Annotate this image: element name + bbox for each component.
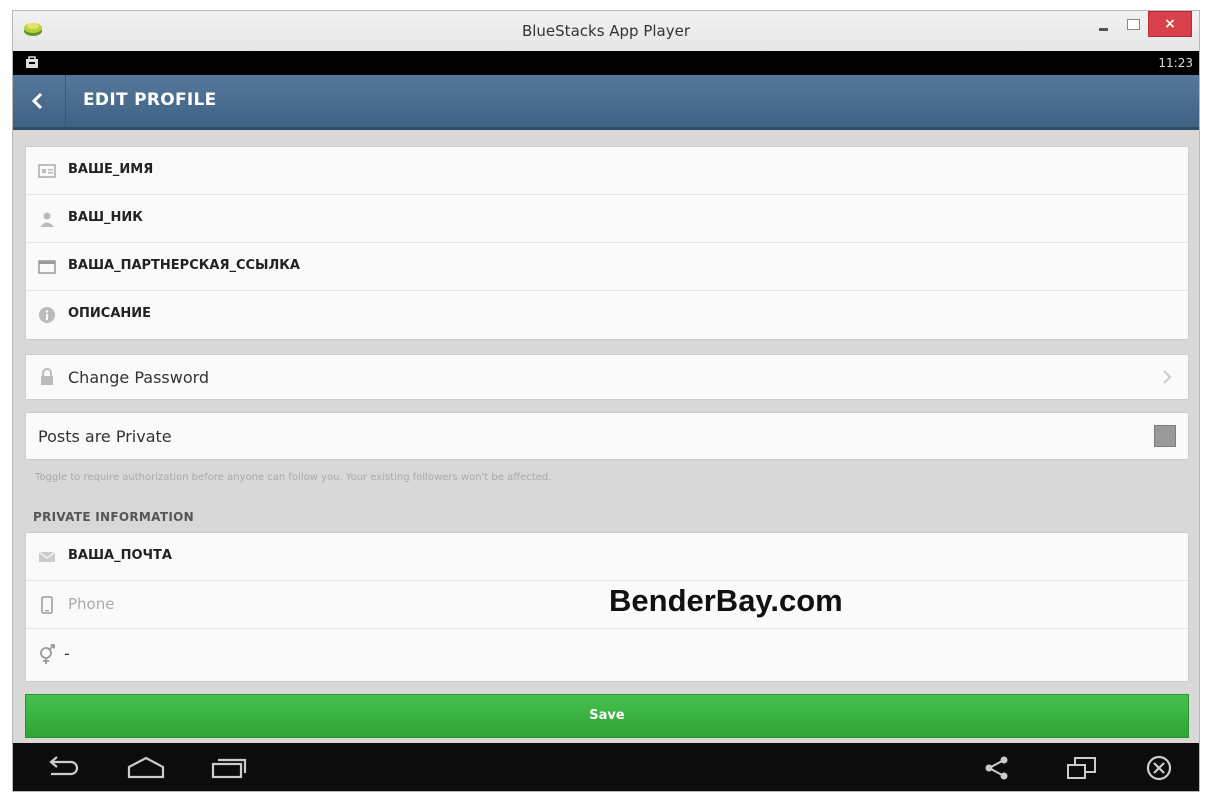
posts-private-checkbox[interactable] [1154,425,1176,447]
window-title: BlueStacks App Player [521,22,691,40]
android-status-bar: 11:23 [13,51,1199,75]
gender-value: - [64,644,70,663]
gender-field[interactable]: - [26,629,1188,681]
status-time: 11:23 [1158,56,1193,70]
share-icon[interactable] [983,755,1011,781]
email-value: ВАША_ПОЧТА [68,548,172,563]
privacy-hint-text: Toggle to require authorization before a… [35,472,552,483]
envelope-icon [38,551,56,562]
change-password-row[interactable]: Change Password [25,354,1189,400]
action-bar: EDIT PROFILE [13,75,1199,130]
profile-fields-card: ВАШЕ_ИМЯ ВАШ_НИК ВАША_ПАРТНЕРСКАЯ_ССЫЛКА [25,146,1189,340]
phone-placeholder: Phone [68,595,115,613]
browser-window-icon [38,260,56,274]
change-password-label: Change Password [68,368,210,387]
user-icon [40,212,54,227]
shopping-bag-icon [26,56,38,68]
website-field[interactable]: ВАША_ПАРТНЕРСКАЯ_ССЫЛКА [26,243,1188,291]
home-icon[interactable] [125,755,167,781]
back-arrow-icon[interactable] [43,755,83,781]
maximize-button[interactable] [1121,13,1145,37]
gender-icon [40,644,55,664]
email-field[interactable]: ВАША_ПОЧТА [26,533,1188,581]
posts-private-label: Posts are Private [38,427,172,446]
info-icon [39,307,55,323]
website-value: ВАША_ПАРТНЕРСКАЯ_ССЫЛКА [68,258,300,273]
chevron-left-icon [31,92,43,110]
lock-icon [41,368,53,385]
name-value: ВАШЕ_ИМЯ [68,162,154,177]
minimize-button[interactable] [1091,13,1115,37]
watermark-text: BenderBay.com [609,583,843,618]
close-window-button[interactable]: × [1148,11,1192,37]
posts-private-row[interactable]: Posts are Private [25,412,1189,460]
multi-window-icon[interactable] [1065,755,1099,781]
name-card-icon [38,164,56,178]
username-value: ВАШ_НИК [68,210,143,225]
close-circle-icon[interactable] [1145,755,1173,783]
phone-field[interactable]: Phone [26,581,1188,629]
app-window: BlueStacks App Player × 11:23 EDIT PROFI… [12,10,1200,792]
bio-value: ОПИСАНИЕ [68,306,152,321]
name-field[interactable]: ВАШЕ_ИМЯ [26,147,1188,195]
save-button[interactable]: Save [25,694,1189,738]
title-bar[interactable]: BlueStacks App Player × [13,11,1199,52]
back-button[interactable] [13,75,66,127]
bio-field[interactable]: ОПИСАНИЕ [26,291,1188,339]
edit-profile-content[interactable]: ВАШЕ_ИМЯ ВАШ_НИК ВАША_ПАРТНЕРСКАЯ_ССЫЛКА [13,130,1199,743]
recent-apps-icon[interactable] [209,755,249,781]
private-information-header: PRIVATE INFORMATION [33,510,194,524]
android-nav-bar [13,743,1199,791]
private-information-card: ВАША_ПОЧТА Phone - [25,532,1189,682]
username-field[interactable]: ВАШ_НИК [26,195,1188,243]
page-title: EDIT PROFILE [83,90,217,110]
phone-icon [41,596,53,614]
chevron-right-icon [1163,370,1172,384]
